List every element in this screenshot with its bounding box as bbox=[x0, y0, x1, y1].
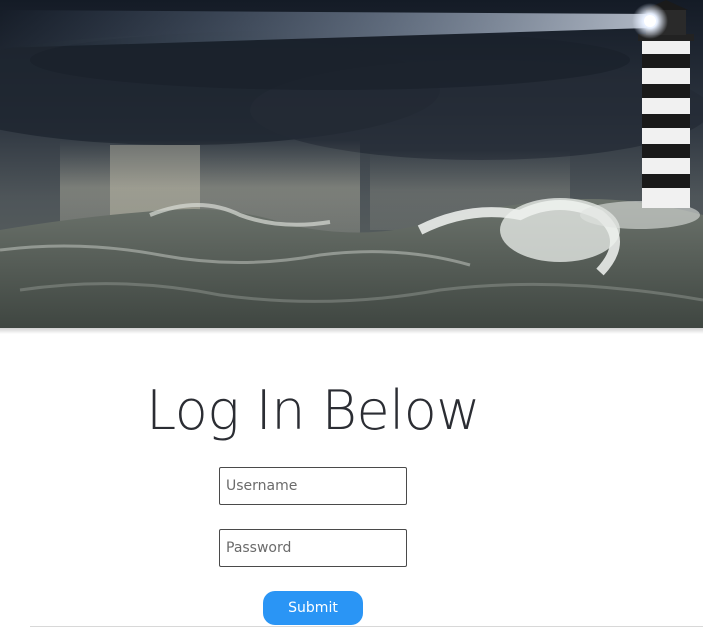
login-page: Log In Below Submit bbox=[0, 0, 703, 627]
password-input[interactable] bbox=[219, 529, 407, 567]
page-title: Log In Below bbox=[146, 379, 480, 442]
hero-banner-image bbox=[0, 0, 703, 328]
stormy-sea-lighthouse-image bbox=[0, 0, 703, 328]
username-input[interactable] bbox=[219, 467, 407, 505]
hero-shadow bbox=[0, 328, 703, 334]
submit-button[interactable]: Submit bbox=[263, 591, 363, 625]
